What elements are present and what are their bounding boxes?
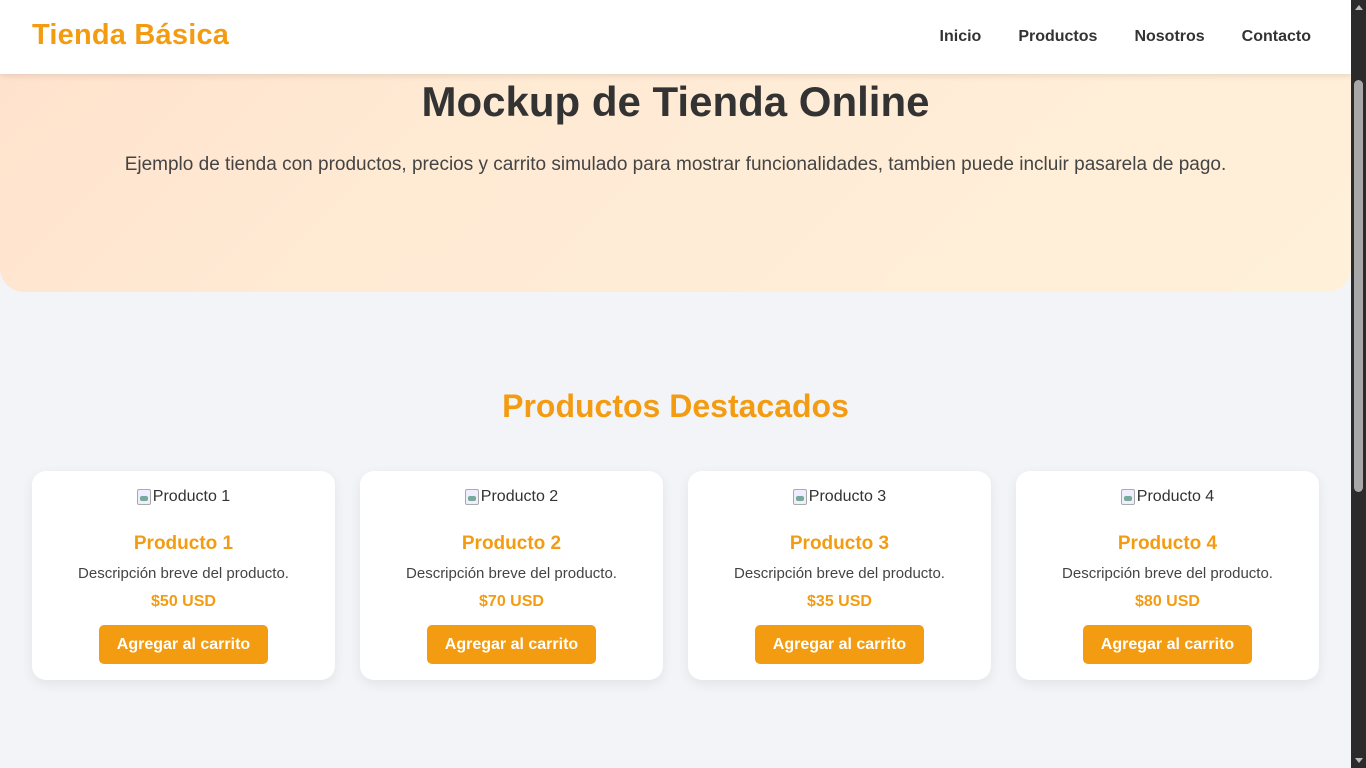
add-to-cart-button[interactable]: Agregar al carrito	[755, 625, 924, 664]
product-name: Producto 1	[133, 533, 234, 554]
product-description: Descripción breve del producto.	[78, 565, 289, 582]
product-name: Producto 4	[1117, 533, 1218, 554]
section-title: Productos Destacados	[502, 388, 849, 424]
product-image-alt: Producto 3	[808, 488, 887, 505]
product-card: Producto 4 Producto 4 Descripción breve …	[1016, 471, 1319, 680]
brand-logo[interactable]: Tienda Básica	[32, 19, 229, 52]
add-to-cart-button[interactable]: Agregar al carrito	[427, 625, 596, 664]
product-image: Producto 2	[360, 488, 663, 506]
scroll-down-arrow-icon[interactable]	[1355, 758, 1363, 763]
product-card: Producto 3 Producto 3 Descripción breve …	[688, 471, 991, 680]
broken-image-icon	[1120, 489, 1135, 505]
product-description: Descripción breve del producto.	[734, 565, 945, 582]
product-price: $35 USD	[807, 593, 872, 610]
page: Mockup de Tienda Online Ejemplo de tiend…	[0, 0, 1351, 768]
product-card: Producto 2 Producto 2 Descripción breve …	[360, 471, 663, 680]
product-image-alt: Producto 2	[480, 488, 559, 505]
add-to-cart-button[interactable]: Agregar al carrito	[99, 625, 268, 664]
product-price: $70 USD	[479, 593, 544, 610]
scroll-up-arrow-icon[interactable]	[1355, 5, 1363, 10]
product-name: Producto 3	[789, 533, 890, 554]
product-image: Producto 3	[688, 488, 991, 506]
scrollbar-thumb[interactable]	[1354, 80, 1363, 492]
add-to-cart-button[interactable]: Agregar al carrito	[1083, 625, 1252, 664]
product-description: Descripción breve del producto.	[1062, 565, 1273, 582]
nav-link-productos[interactable]: Productos	[1018, 28, 1097, 46]
product-description: Descripción breve del producto.	[406, 565, 617, 582]
product-image-alt: Producto 4	[1136, 488, 1215, 505]
main-nav: Inicio Productos Nosotros Contacto	[940, 28, 1311, 46]
broken-image-icon	[136, 489, 151, 505]
site-header: Tienda Básica Inicio Productos Nosotros …	[0, 0, 1351, 74]
product-price: $50 USD	[151, 593, 216, 610]
product-image: Producto 1	[32, 488, 335, 506]
nav-link-contacto[interactable]: Contacto	[1242, 28, 1311, 46]
hero-subtitle: Ejemplo de tienda con productos, precios…	[124, 154, 1227, 175]
product-name: Producto 2	[461, 533, 562, 554]
broken-image-icon	[792, 489, 807, 505]
product-image-alt: Producto 1	[152, 488, 231, 505]
product-image: Producto 4	[1016, 488, 1319, 506]
hero-title: Mockup de Tienda Online	[421, 78, 930, 125]
vertical-scrollbar[interactable]	[1351, 0, 1366, 768]
product-card: Producto 1 Producto 1 Descripción breve …	[32, 471, 335, 680]
nav-link-nosotros[interactable]: Nosotros	[1134, 28, 1204, 46]
nav-link-inicio[interactable]: Inicio	[940, 28, 982, 46]
product-price: $80 USD	[1135, 593, 1200, 610]
broken-image-icon	[464, 489, 479, 505]
